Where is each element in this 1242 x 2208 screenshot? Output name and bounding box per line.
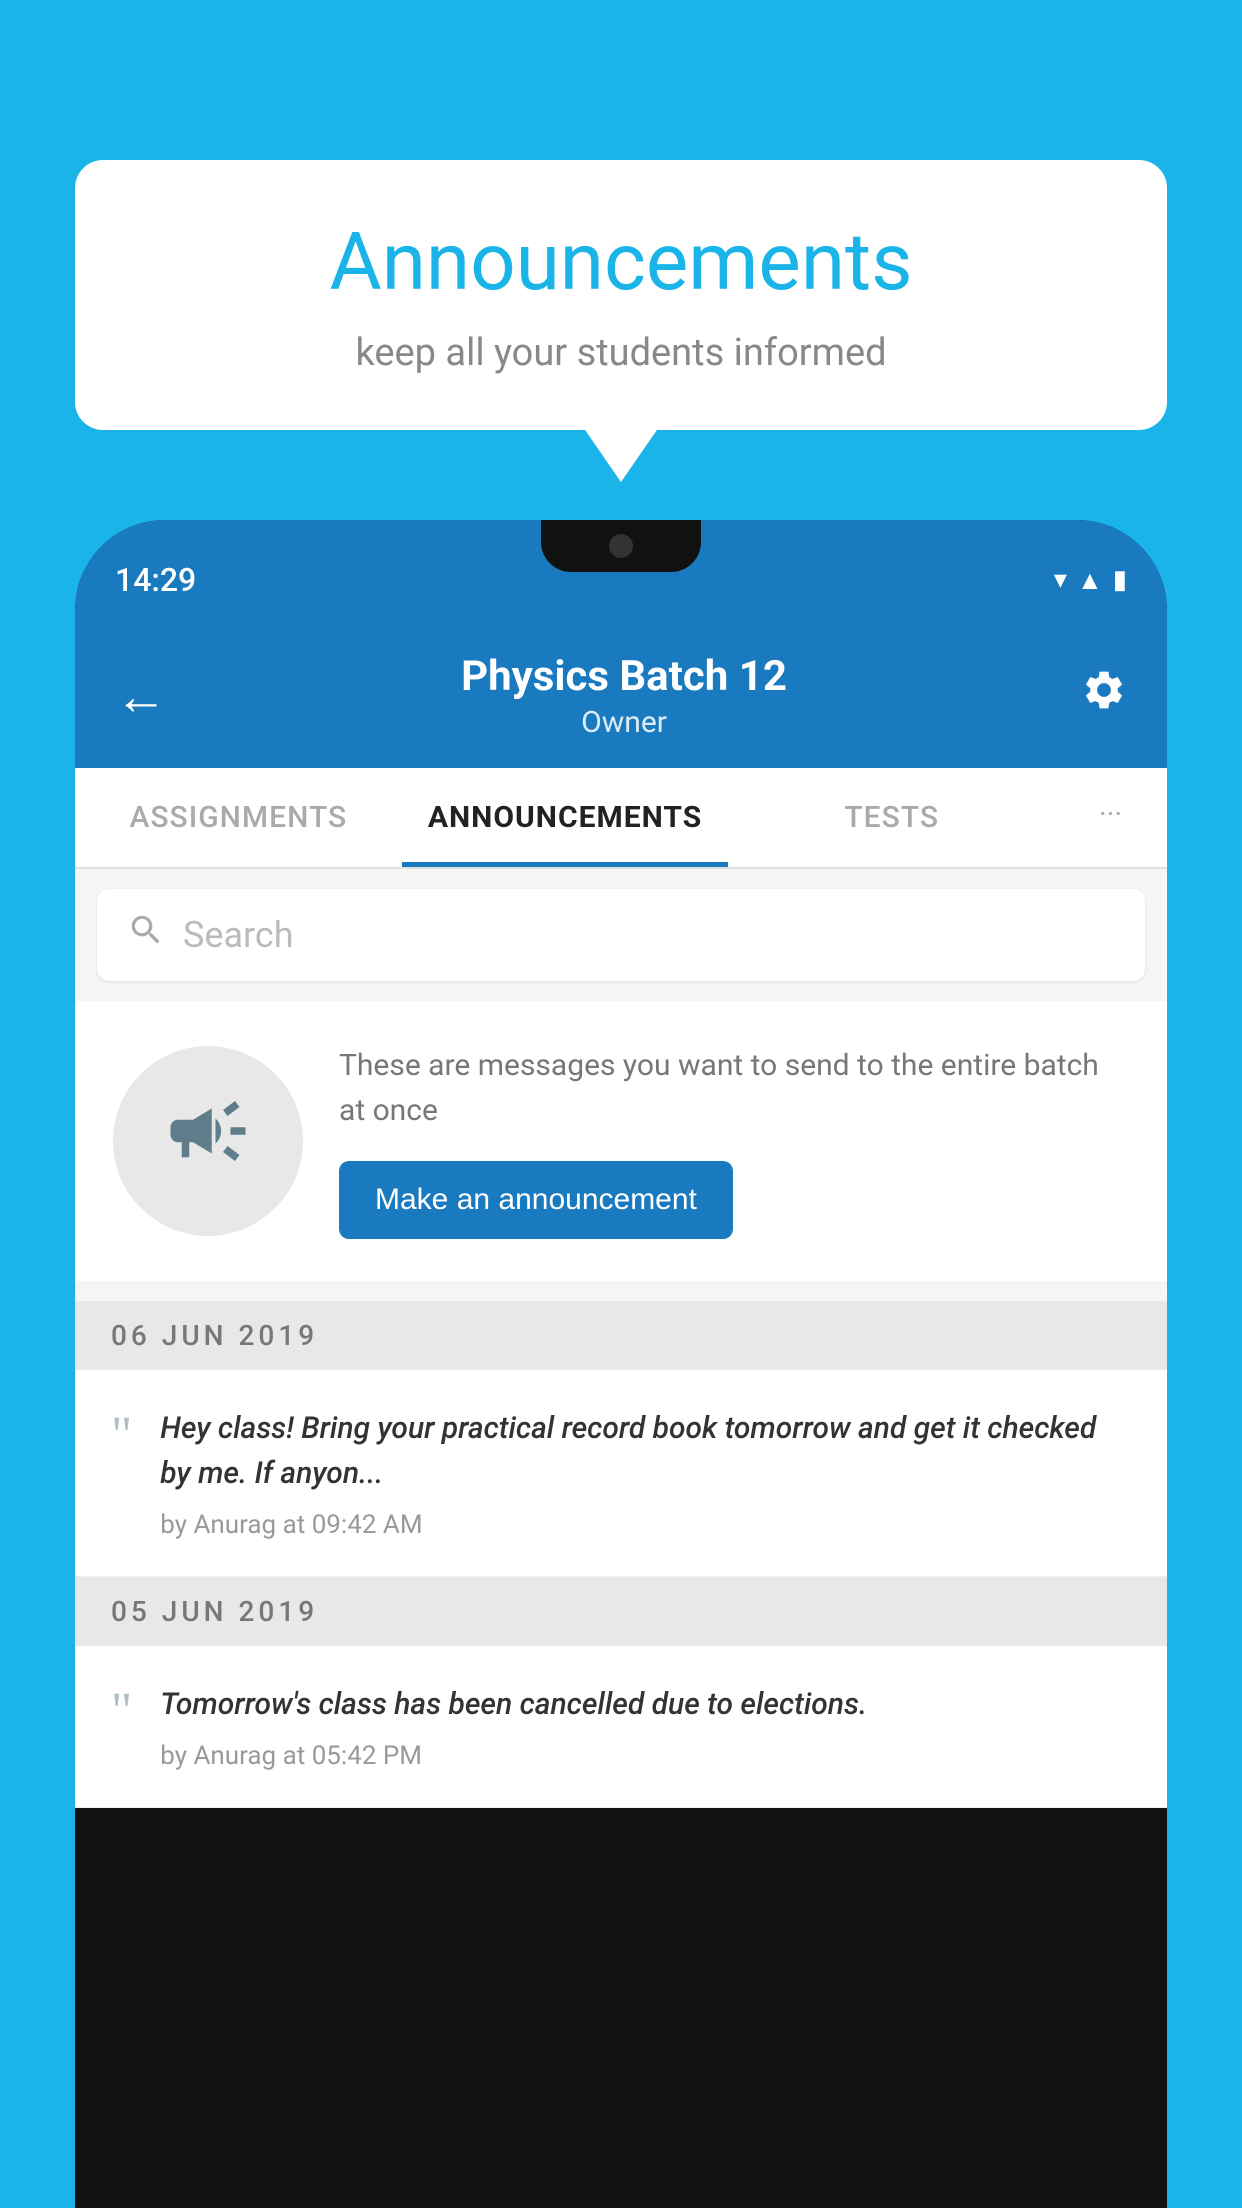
header-title: Physics Batch 12 [461,652,787,701]
tabs-bar: ASSIGNMENTS ANNOUNCEMENTS TESTS ··· [75,768,1167,869]
tab-more[interactable]: ··· [1055,768,1167,867]
header-subtitle: Owner [461,705,787,740]
notch-camera [609,534,633,558]
announcement-message-2: Tomorrow's class has been cancelled due … [160,1682,1131,1727]
make-announcement-button[interactable]: Make an announcement [339,1161,733,1239]
announcement-text-area-1: Hey class! Bring your practical record b… [160,1406,1131,1540]
megaphone-circle [113,1046,303,1236]
header-title-area: Physics Batch 12 Owner [461,652,787,740]
speech-bubble: Announcements keep all your students inf… [75,160,1167,430]
announcement-text-area-2: Tomorrow's class has been cancelled due … [160,1682,1131,1771]
speech-bubble-container: Announcements keep all your students inf… [75,160,1167,430]
search-icon [127,911,165,959]
back-button[interactable]: ← [115,666,167,727]
tab-assignments[interactable]: ASSIGNMENTS [75,768,402,867]
announcement-item-2: " Tomorrow's class has been cancelled du… [75,1646,1167,1808]
wifi-icon: ▾ [1054,565,1067,595]
announcement-prompt: These are messages you want to send to t… [75,1001,1167,1281]
status-time: 14:29 [115,561,196,599]
quote-icon-2: " [111,1686,132,1738]
quote-icon-1: " [111,1410,132,1462]
announcement-meta-2: by Anurag at 05:42 PM [160,1741,1131,1771]
announcement-item-1: " Hey class! Bring your practical record… [75,1370,1167,1577]
phone-notch [541,520,701,572]
signal-icon: ▲ [1077,565,1103,596]
date-divider-2: 05 JUN 2019 [75,1577,1167,1646]
phone-mockup: 14:29 ▾ ▲ ▮ ← Physics Batch 12 Owner ASS… [75,520,1167,2208]
announcement-message-1: Hey class! Bring your practical record b… [160,1406,1131,1496]
settings-icon[interactable] [1081,667,1127,725]
prompt-right: These are messages you want to send to t… [339,1043,1129,1239]
battery-icon: ▮ [1113,565,1127,595]
prompt-text: These are messages you want to send to t… [339,1043,1129,1133]
search-placeholder: Search [183,914,294,956]
status-icons: ▾ ▲ ▮ [1054,565,1127,596]
date-divider-1: 06 JUN 2019 [75,1301,1167,1370]
tab-announcements[interactable]: ANNOUNCEMENTS [402,768,729,867]
megaphone-icon [163,1086,253,1196]
status-bar: 14:29 ▾ ▲ ▮ [75,520,1167,630]
bubble-title: Announcements [135,215,1107,309]
tab-tests[interactable]: TESTS [728,768,1055,867]
search-bar[interactable]: Search [97,889,1145,981]
phone-screen: Search These are messages you want to se… [75,869,1167,1808]
bubble-subtitle: keep all your students informed [135,331,1107,375]
announcement-meta-1: by Anurag at 09:42 AM [160,1510,1131,1540]
app-header: ← Physics Batch 12 Owner [75,630,1167,768]
